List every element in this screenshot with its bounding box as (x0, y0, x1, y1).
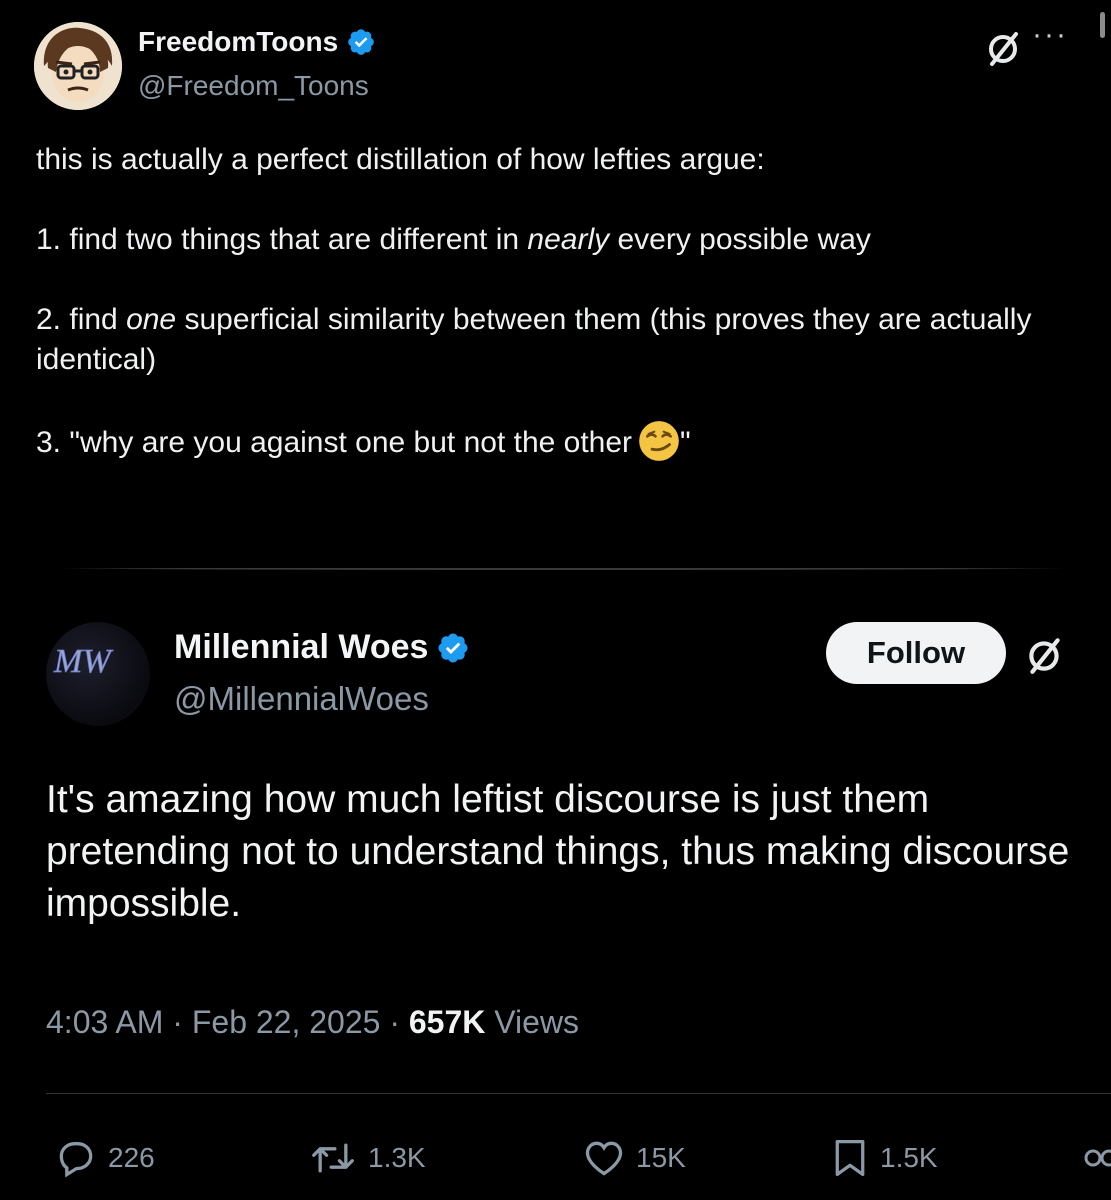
bookmark-button[interactable]: 1.5K (830, 1136, 938, 1180)
reply-icon (59, 1142, 93, 1178)
like-button[interactable]: 15K (582, 1136, 686, 1180)
grok-icon[interactable] (984, 28, 1024, 68)
share-icon (1084, 1149, 1111, 1167)
more-options-icon[interactable]: ··· (1032, 18, 1068, 52)
separator: · (389, 1004, 400, 1040)
verified-badge-icon[interactable] (436, 631, 470, 665)
heart-icon (585, 1141, 623, 1176)
views-count[interactable]: 657K (409, 1004, 486, 1040)
grok-icon[interactable] (1024, 634, 1066, 676)
separator: · (172, 1004, 183, 1040)
actions-divider (46, 1093, 1111, 1094)
quoted-handle[interactable]: @Freedom_Toons (138, 70, 369, 102)
quote-divider (62, 568, 1062, 570)
bookmark-icon (835, 1140, 865, 1177)
post-time[interactable]: 4:03 AM (46, 1004, 163, 1040)
reply-count: 226 (108, 1142, 155, 1173)
quoted-point-1: 1. find two things that are different in… (36, 223, 871, 256)
post-date[interactable]: Feb 22, 2025 (192, 1004, 381, 1040)
like-count: 15K (636, 1142, 686, 1173)
views-label: Views (494, 1004, 580, 1040)
millennialwoes-avatar[interactable]: MW (46, 622, 150, 726)
share-button[interactable] (1080, 1136, 1111, 1180)
repost-icon (312, 1143, 354, 1173)
repost-count: 1.3K (368, 1142, 426, 1173)
post-metadata: 4:03 AM · Feb 22, 2025 · 657K Views (46, 1004, 579, 1041)
repost-button[interactable]: 1.3K (308, 1136, 426, 1180)
quoted-display-name[interactable]: FreedomToons (138, 26, 338, 58)
svg-text:MW: MW (53, 643, 113, 680)
quoted-post[interactable]: FreedomToons @Freedom_Toons ··· this is … (0, 0, 1111, 575)
cartoon-face-icon (34, 22, 122, 110)
main-handle[interactable]: @MillennialWoes (174, 680, 429, 718)
action-bar: 226 1.3K 15K 1.5K (0, 1136, 1111, 1186)
quoted-intro: this is actually a perfect distillation … (36, 143, 765, 176)
smirking-face-emoji-icon (639, 421, 679, 461)
verified-badge-icon[interactable] (346, 27, 376, 57)
bookmark-count: 1.5K (880, 1142, 938, 1173)
reply-button[interactable]: 226 (54, 1136, 155, 1180)
quoted-post-text: this is actually a perfect distillation … (36, 140, 1086, 463)
main-post-text: It's amazing how much leftist discourse … (46, 778, 1070, 925)
main-display-name[interactable]: Millennial Woes (174, 628, 428, 667)
freedomtoons-avatar[interactable] (34, 22, 122, 110)
monogram-logo: MW (53, 643, 114, 681)
follow-button[interactable]: Follow (826, 622, 1006, 684)
quoted-point-2: 2. find one superficial similarity betwe… (36, 303, 1032, 376)
quoted-point-3: 3. "why are you against one but not the … (36, 420, 1086, 463)
